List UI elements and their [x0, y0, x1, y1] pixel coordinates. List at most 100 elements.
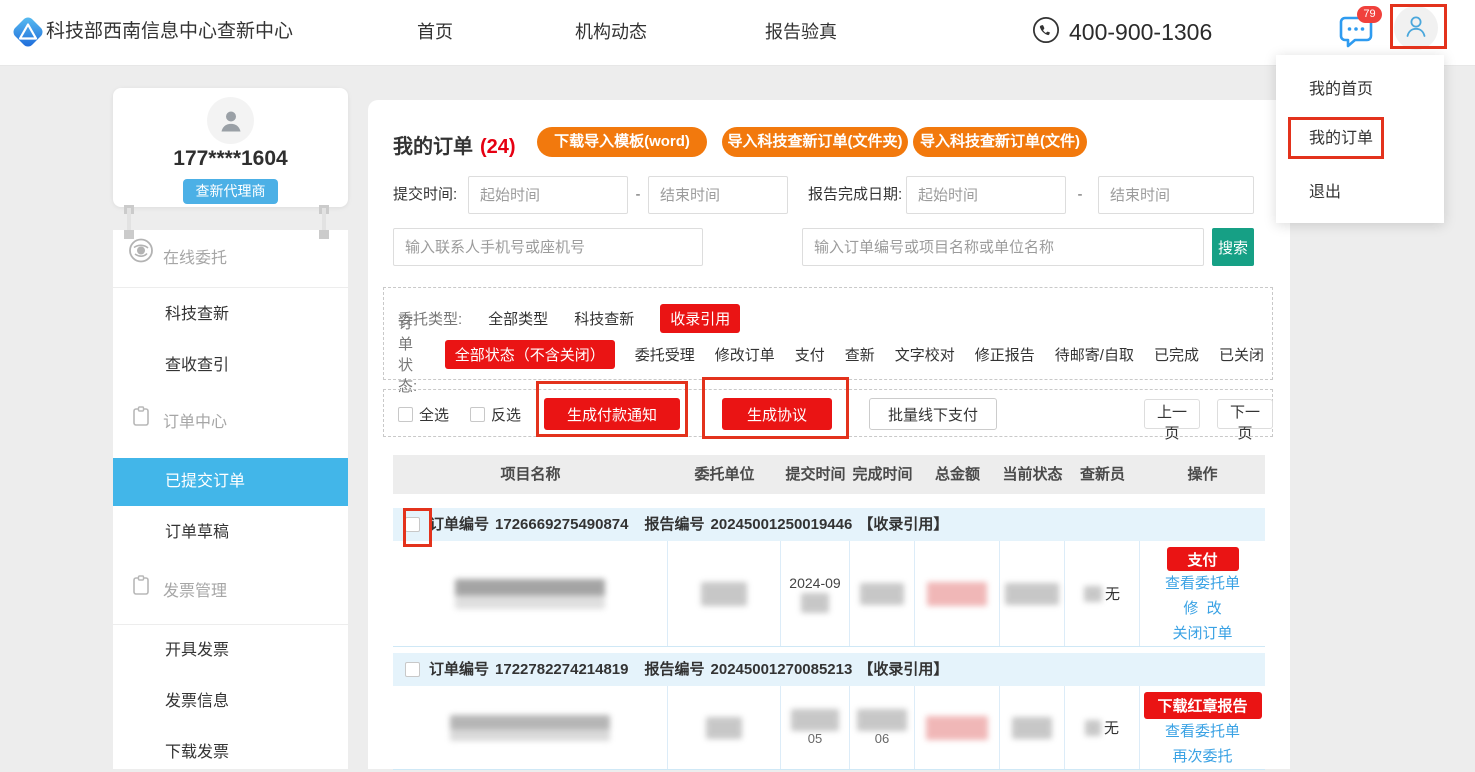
contact-phone-input[interactable]	[393, 228, 703, 266]
finish-start-input[interactable]	[906, 176, 1066, 214]
status-option-accepted[interactable]: 委托受理	[635, 344, 695, 365]
type-option-citation[interactable]: 收录引用	[660, 304, 740, 333]
order-type-tag: 【收录引用】	[858, 661, 948, 678]
card-connector-pin	[319, 205, 329, 239]
redacted-searcher	[1084, 586, 1102, 602]
messages-button[interactable]: 79	[1336, 11, 1378, 53]
pay-button[interactable]: 支付	[1167, 547, 1239, 571]
page-title-text: 我的订单	[393, 136, 473, 158]
nav-agency-news[interactable]: 机构动态	[568, 0, 654, 64]
cell-submit-time: 2024-09	[781, 541, 850, 646]
sidebar-item-issue-invoice[interactable]: 开具发票	[113, 632, 348, 670]
order-row-checkbox[interactable]	[405, 517, 420, 532]
report-no-label: 报告编号	[645, 516, 705, 533]
type-option-tech-novelty[interactable]: 科技查新	[574, 308, 634, 329]
unread-count-badge: 79	[1357, 6, 1382, 23]
view-commission-link[interactable]: 查看委托单	[1165, 571, 1240, 596]
status-option-closed[interactable]: 已关闭	[1219, 344, 1264, 365]
user-icon	[1401, 11, 1431, 46]
redacted-amount	[927, 582, 987, 606]
sidebar-item-order-drafts[interactable]: 订单草稿	[113, 514, 348, 552]
order-count: (24)	[480, 136, 516, 158]
status-option-all[interactable]: 全部状态（不含关闭）	[445, 340, 615, 369]
col-operations: 操作	[1140, 455, 1265, 494]
masked-phone: 177****1604	[113, 147, 348, 171]
cell-total-amount	[915, 541, 1000, 646]
range-dash: -	[632, 176, 644, 214]
generate-pay-notice-button[interactable]: 生成付款通知	[544, 398, 680, 430]
report-no: 20245001270085213	[711, 661, 853, 678]
select-all-checkbox[interactable]	[398, 407, 413, 422]
invert-select-label: 反选	[491, 404, 521, 425]
sidebar-item-submitted-orders[interactable]: 已提交订单	[113, 458, 348, 506]
col-total-amount: 总金额	[915, 455, 1000, 494]
download-stamped-report-button[interactable]: 下载红章报告	[1144, 692, 1262, 719]
prev-page-button[interactable]: 上一页	[1144, 399, 1200, 429]
view-commission-link[interactable]: 查看委托单	[1165, 719, 1240, 744]
status-option-modify[interactable]: 修改订单	[715, 344, 775, 365]
sidebar-item-invoice-info[interactable]: 发票信息	[113, 683, 348, 721]
order-row-checkbox[interactable]	[405, 662, 420, 677]
batch-actions-box: 全选 反选 生成付款通知 生成协议 批量线下支付 上一页 下一页	[383, 389, 1273, 437]
user-menu-button[interactable]	[1394, 6, 1438, 50]
redacted-finish-time	[857, 709, 907, 731]
redacted-finish-time	[860, 583, 904, 605]
invert-select-checkbox[interactable]	[470, 407, 485, 422]
modify-link[interactable]: 修 改	[1183, 596, 1221, 621]
menu-item-my-orders[interactable]: 我的订单	[1309, 121, 1373, 157]
cell-operations: 支付 查看委托单 修 改 关闭订单	[1140, 541, 1265, 646]
sidebar-section-invoice-management[interactable]: 发票管理	[113, 573, 348, 611]
import-orders-file-button[interactable]: 导入科技查新订单(文件)	[913, 127, 1087, 157]
order-no: 1722782274214819	[495, 661, 628, 678]
batch-offline-pay-button[interactable]: 批量线下支付	[869, 398, 997, 430]
finish-date-label: 报告完成日期:	[808, 176, 902, 214]
generate-agreement-button[interactable]: 生成协议	[722, 398, 832, 430]
sidebar-section-order-center[interactable]: 订单中心	[113, 404, 348, 442]
status-filter-label: 订单状态:	[398, 312, 425, 396]
invert-select-group: 反选	[470, 390, 521, 438]
cell-finish-time	[850, 541, 915, 646]
submit-end-input[interactable]	[648, 176, 788, 214]
status-option-revise[interactable]: 修正报告	[975, 344, 1035, 365]
chat-bubble-icon	[1336, 38, 1376, 55]
status-option-finished[interactable]: 已完成	[1154, 344, 1199, 365]
nav-report-verify[interactable]: 报告验真	[758, 0, 844, 64]
cell-searcher: 无	[1065, 686, 1140, 769]
recommission-link[interactable]: 再次委托	[1172, 744, 1232, 769]
sidebar-item-download-invoice[interactable]: 下载发票	[113, 734, 348, 772]
order-row: 2024-09 无 支付 查看委托单 修 改	[393, 541, 1265, 647]
finish-end-input[interactable]	[1098, 176, 1254, 214]
main-panel: 我的订单 (24) 下载导入模板(word) 导入科技查新订单(文件夹) 导入科技…	[368, 100, 1290, 769]
select-all-label: 全选	[419, 404, 449, 425]
menu-item-logout[interactable]: 退出	[1309, 175, 1341, 211]
redacted-unit	[701, 582, 747, 606]
status-option-pay[interactable]: 支付	[795, 344, 825, 365]
sidebar-section-online-commission[interactable]: 在线委托	[113, 238, 348, 280]
type-option-all[interactable]: 全部类型	[488, 308, 548, 329]
col-finish-time: 完成时间	[850, 455, 915, 494]
download-template-button[interactable]: 下载导入模板(word)	[537, 127, 707, 157]
keyword-input[interactable]	[802, 228, 1204, 266]
submit-start-input[interactable]	[468, 176, 628, 214]
redacted-unit	[706, 717, 742, 739]
agent-role-button[interactable]: 查新代理商	[183, 179, 278, 204]
status-option-proofread[interactable]: 文字校对	[895, 344, 955, 365]
sidebar-item-tech-novelty-search[interactable]: 科技查新	[113, 296, 348, 334]
order-no-label: 订单编号	[429, 516, 489, 533]
redacted-submit-time	[801, 593, 829, 613]
cell-finish-time: 06	[850, 686, 915, 769]
col-searcher: 查新员	[1065, 455, 1140, 494]
order-numbers: 订单编号1726669275490874报告编号2024500125001944…	[429, 508, 954, 541]
status-option-search[interactable]: 查新	[845, 344, 875, 365]
next-page-button[interactable]: 下一页	[1217, 399, 1273, 429]
close-order-link[interactable]: 关闭订单	[1172, 621, 1232, 646]
sidebar-item-citation-check[interactable]: 查收查引	[113, 347, 348, 385]
nav-home[interactable]: 首页	[405, 0, 465, 64]
menu-item-my-home[interactable]: 我的首页	[1309, 72, 1373, 108]
import-orders-folder-button[interactable]: 导入科技查新订单(文件夹)	[722, 127, 908, 157]
cell-current-status	[1000, 686, 1065, 769]
status-option-mail-pickup[interactable]: 待邮寄/自取	[1055, 344, 1134, 365]
search-button[interactable]: 搜索	[1212, 228, 1254, 266]
range-dash: -	[1074, 176, 1086, 214]
filter-tags-box: 委托类型: 全部类型 科技查新 收录引用 订单状态: 全部状态（不含关闭） 委托…	[383, 287, 1273, 380]
